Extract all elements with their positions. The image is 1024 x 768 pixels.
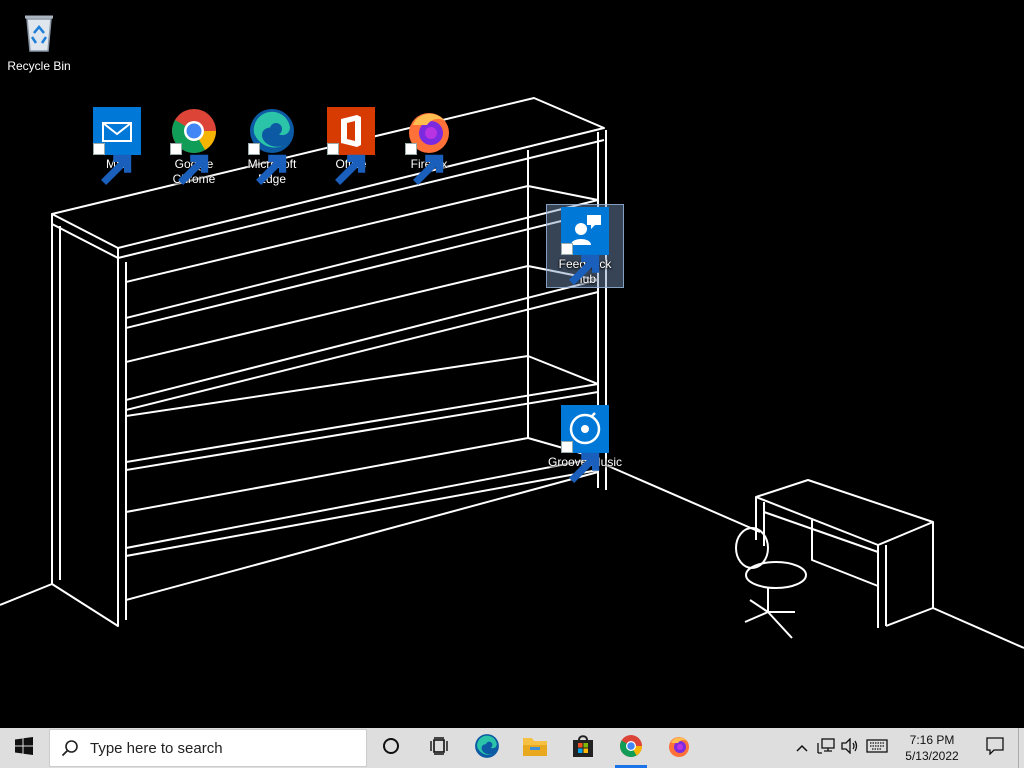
speaker-icon: [841, 736, 859, 759]
shortcut-arrow-icon: [561, 243, 600, 285]
chrome-icon: [619, 734, 643, 763]
taskbar-store[interactable]: [559, 728, 607, 768]
taskbar-edge[interactable]: [463, 728, 511, 768]
store-icon: [571, 734, 595, 763]
clock-date: 5/13/2022: [905, 749, 959, 763]
task-view-icon: [429, 736, 449, 760]
cortana-button[interactable]: [367, 728, 415, 768]
show-desktop-button[interactable]: [1018, 728, 1024, 768]
desktop-icon-recycle-bin[interactable]: Recycle Bin: [0, 6, 78, 75]
shortcut-arrow-icon: [327, 143, 366, 185]
desktop-icon-groove-music[interactable]: Groove Music: [546, 402, 624, 483]
network-button[interactable]: [814, 728, 838, 768]
action-center-button[interactable]: [972, 728, 1018, 768]
volume-button[interactable]: [838, 728, 862, 768]
office-icon: [327, 107, 375, 185]
desktop-icon-feedback-hub[interactable]: Feedback Hub: [546, 204, 624, 288]
chevron-up-icon: [796, 739, 808, 757]
desktop-icon-google-chrome[interactable]: Google Chrome: [155, 104, 233, 188]
keyboard-icon: [866, 738, 888, 758]
desktop-icon-office[interactable]: Office: [312, 104, 390, 185]
search-icon: [50, 739, 90, 757]
task-view-button[interactable]: [415, 728, 463, 768]
groove-music-icon: [561, 405, 609, 483]
chrome-icon: [170, 107, 218, 185]
cortana-icon: [382, 737, 400, 760]
show-hidden-icons-button[interactable]: [790, 728, 814, 768]
feedback-hub-icon: [561, 207, 609, 285]
taskbar-firefox[interactable]: [655, 728, 703, 768]
shortcut-arrow-icon: [405, 143, 444, 185]
search-box[interactable]: Type here to search: [49, 729, 367, 767]
shortcut-arrow-icon: [561, 441, 600, 483]
clock[interactable]: 7:16 PM 5/13/2022: [892, 732, 972, 764]
mail-icon: [93, 107, 141, 185]
network-icon: [817, 737, 835, 759]
shortcut-arrow-icon: [170, 143, 209, 185]
taskbar-file-explorer[interactable]: [511, 728, 559, 768]
file-explorer-icon: [522, 734, 548, 763]
start-button[interactable]: [0, 728, 48, 768]
taskbar-chrome[interactable]: [607, 728, 655, 768]
firefox-icon: [667, 734, 691, 763]
shortcut-arrow-icon: [93, 143, 132, 185]
clock-time: 7:16 PM: [909, 733, 955, 747]
firefox-icon: [405, 107, 453, 185]
recycle-bin-icon: [15, 9, 63, 57]
taskbar: Type here to search 7:16 PM 5/13/2022: [0, 728, 1024, 768]
desktop-icon-microsoft-edge[interactable]: Microsoft Edge: [233, 104, 311, 188]
edge-icon: [248, 107, 296, 185]
desktop-icon-firefox[interactable]: Firefox: [390, 104, 468, 185]
shortcut-arrow-icon: [248, 143, 287, 185]
desktop-icon-label: Recycle Bin: [7, 59, 71, 73]
notification-icon: [986, 736, 1004, 760]
edge-icon: [474, 733, 500, 764]
system-tray: 7:16 PM 5/13/2022: [790, 728, 1024, 768]
touch-keyboard-button[interactable]: [862, 728, 892, 768]
desktop-icon-mail[interactable]: Mail: [78, 104, 156, 185]
windows-logo-icon: [15, 736, 33, 760]
search-placeholder: Type here to search: [90, 739, 223, 757]
